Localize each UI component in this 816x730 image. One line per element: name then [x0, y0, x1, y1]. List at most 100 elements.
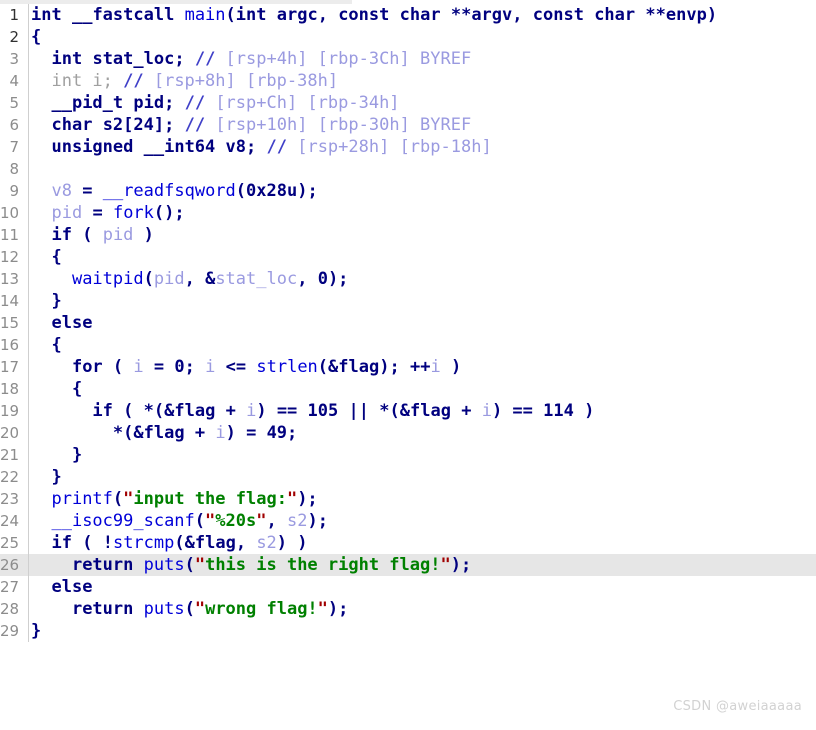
code-line[interactable]: 4 int i; // [rsp+8h] [rbp-38h] — [0, 70, 816, 92]
code-line[interactable]: 2 { — [0, 26, 816, 48]
gutter-divider — [28, 400, 29, 422]
code-line[interactable]: 21 } — [0, 444, 816, 466]
gutter-divider — [28, 92, 29, 114]
code-line[interactable]: 22 } — [0, 466, 816, 488]
line-number: 21 — [0, 444, 22, 466]
gutter-divider — [28, 246, 29, 268]
gutter-divider — [28, 576, 29, 598]
line-content: } — [31, 445, 83, 465]
line-number: 27 — [0, 576, 22, 598]
code-line[interactable]: 9 v8 = __readfsqword(0x28u); — [0, 180, 816, 202]
line-number: 14 — [0, 290, 22, 312]
code-area[interactable]: 1 int __fastcall main(int argc, const ch… — [0, 4, 816, 642]
code-line[interactable]: 27 else — [0, 576, 816, 598]
code-line[interactable]: 5 __pid_t pid; // [rsp+Ch] [rbp-34h] — [0, 92, 816, 114]
line-number: 16 — [0, 334, 22, 356]
gutter-divider — [28, 466, 29, 488]
line-number: 17 — [0, 356, 22, 378]
gutter-divider — [28, 532, 29, 554]
code-line[interactable]: 6 char s2[24]; // [rsp+10h] [rbp-30h] BY… — [0, 114, 816, 136]
code-line[interactable]: 25 if ( !strcmp(&flag, s2) ) — [0, 532, 816, 554]
gutter-divider — [28, 26, 29, 48]
gutter-divider — [28, 444, 29, 466]
gutter-divider — [28, 554, 29, 576]
line-number: 1 — [0, 4, 22, 26]
code-line[interactable]: 20 *(&flag + i) = 49; — [0, 422, 816, 444]
code-line[interactable]: 19 if ( *(&flag + i) == 105 || *(&flag +… — [0, 400, 816, 422]
code-line-current[interactable]: 26 return puts("this is the right flag!"… — [0, 554, 816, 576]
line-number: 8 — [0, 158, 22, 180]
code-line[interactable]: 15 else — [0, 312, 816, 334]
gutter-divider — [28, 290, 29, 312]
line-number: 6 — [0, 114, 22, 136]
code-line[interactable]: 16 { — [0, 334, 816, 356]
gutter-divider — [28, 510, 29, 532]
line-number: 13 — [0, 268, 22, 290]
line-content: int stat_loc; // [rsp+4h] [rbp-3Ch] BYRE… — [51, 49, 472, 69]
gutter-divider — [28, 70, 29, 92]
gutter-divider — [28, 312, 29, 334]
line-number: 25 — [0, 532, 22, 554]
code-line[interactable]: 3 int stat_loc; // [rsp+4h] [rbp-3Ch] BY… — [0, 48, 816, 70]
line-number: 5 — [0, 92, 22, 114]
gutter-divider — [28, 356, 29, 378]
code-line[interactable]: 14 } — [0, 290, 816, 312]
code-line[interactable]: 17 for ( i = 0; i <= strlen(&flag); ++i … — [0, 356, 816, 378]
gutter-divider — [28, 488, 29, 510]
code-line[interactable]: 13 waitpid(pid, &stat_loc, 0); — [0, 268, 816, 290]
line-content: { — [31, 247, 62, 267]
code-line[interactable]: 18 { — [0, 378, 816, 400]
line-number: 23 — [0, 488, 22, 510]
line-content: printf("input the flag:"); — [51, 489, 318, 509]
line-number: 11 — [0, 224, 22, 246]
line-content: else — [51, 313, 93, 333]
line-number: 15 — [0, 312, 22, 334]
line-content: } — [31, 621, 42, 641]
gutter-divider — [28, 334, 29, 356]
line-number: 7 — [0, 136, 22, 158]
line-content: if ( *(&flag + i) == 105 || *(&flag + i)… — [92, 401, 595, 421]
code-line[interactable]: 29 } — [0, 620, 816, 642]
line-content: v8 = __readfsqword(0x28u); — [51, 181, 318, 201]
line-number: 20 — [0, 422, 22, 444]
line-content: __pid_t pid; // [rsp+Ch] [rbp-34h] — [51, 93, 400, 113]
line-content: int i; // [rsp+8h] [rbp-38h] — [31, 71, 339, 91]
line-number: 22 — [0, 466, 22, 488]
gutter-divider — [28, 180, 29, 202]
line-content: return puts("wrong flag!"); — [71, 599, 349, 619]
gutter-divider — [28, 158, 29, 180]
line-number: 28 — [0, 598, 22, 620]
gutter-divider — [28, 620, 29, 642]
line-content: { — [31, 379, 83, 399]
line-content: int __fastcall main(int argc, const char… — [31, 5, 718, 25]
gutter-divider — [28, 224, 29, 246]
gutter-divider — [28, 268, 29, 290]
code-line[interactable]: 7 unsigned __int64 v8; // [rsp+28h] [rbp… — [0, 136, 816, 158]
line-content: *(&flag + i) = 49; — [112, 423, 298, 443]
code-line[interactable]: 23 printf("input the flag:"); — [0, 488, 816, 510]
line-content: pid = fork(); — [51, 203, 185, 223]
line-number: 2 — [0, 26, 22, 48]
line-content: } — [31, 291, 62, 311]
code-line[interactable]: 8 — [0, 158, 816, 180]
code-line[interactable]: 24 __isoc99_scanf("%20s", s2); — [0, 510, 816, 532]
line-content: for ( i = 0; i <= strlen(&flag); ++i ) — [71, 357, 462, 377]
line-content: } — [31, 467, 62, 487]
gutter-divider — [28, 48, 29, 70]
code-line[interactable]: 12 { — [0, 246, 816, 268]
line-number: 24 — [0, 510, 22, 532]
line-content: else — [51, 577, 93, 597]
gutter-divider — [28, 202, 29, 224]
gutter-divider — [28, 136, 29, 158]
code-line[interactable]: 10 pid = fork(); — [0, 202, 816, 224]
line-number: 18 — [0, 378, 22, 400]
code-line[interactable]: 1 int __fastcall main(int argc, const ch… — [0, 4, 816, 26]
code-line[interactable]: 28 return puts("wrong flag!"); — [0, 598, 816, 620]
line-content: unsigned __int64 v8; // [rsp+28h] [rbp-1… — [51, 137, 492, 157]
gutter-divider — [28, 378, 29, 400]
pseudocode-editor[interactable]: 1 int __fastcall main(int argc, const ch… — [0, 0, 816, 724]
line-content: if ( !strcmp(&flag, s2) ) — [51, 533, 308, 553]
line-content: char s2[24]; // [rsp+10h] [rbp-30h] BYRE… — [51, 115, 472, 135]
line-number: 10 — [0, 202, 22, 224]
code-line[interactable]: 11 if ( pid ) — [0, 224, 816, 246]
